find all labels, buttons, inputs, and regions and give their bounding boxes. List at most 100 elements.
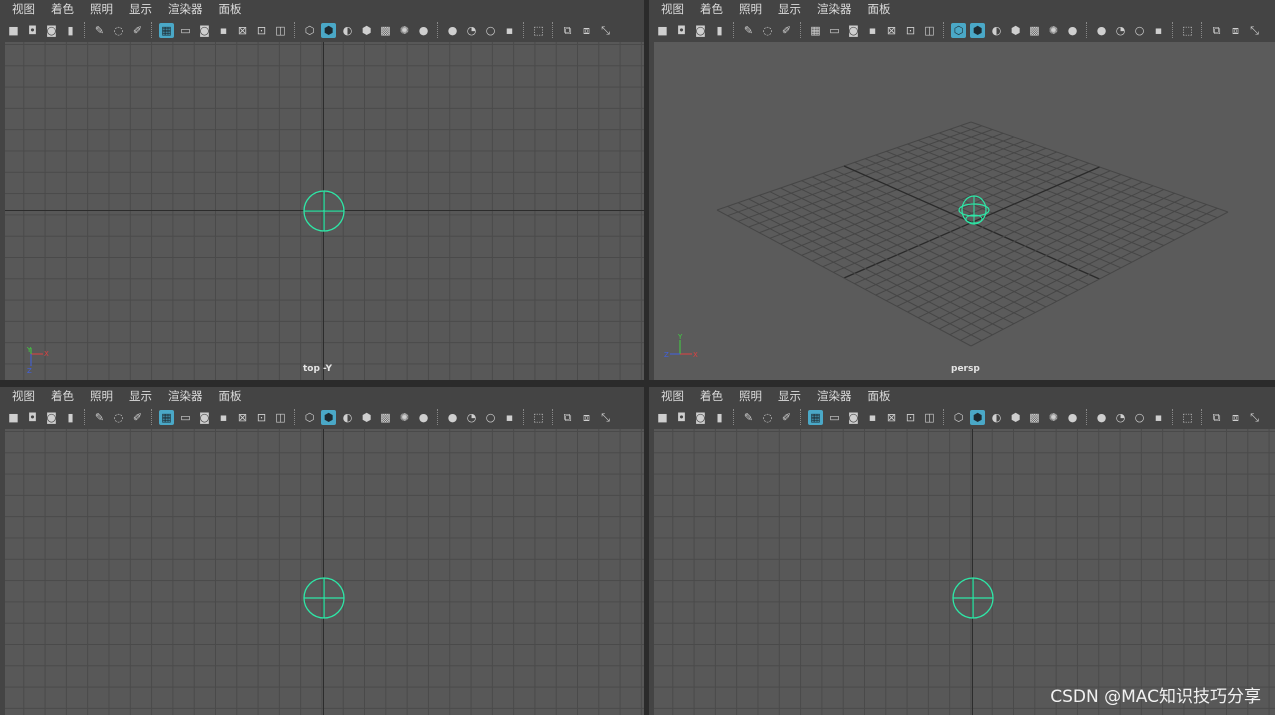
menu-shading[interactable]: 着色 [51, 1, 74, 17]
lasso-icon[interactable]: ◌ [111, 410, 126, 425]
camera-icon[interactable]: ■ [6, 23, 21, 38]
xray-active-icon[interactable]: ⧈ [1228, 410, 1243, 425]
brush-icon[interactable]: ✐ [130, 410, 145, 425]
camera-icon[interactable]: ■ [655, 23, 670, 38]
ambient-occlusion-icon[interactable]: ● [1094, 23, 1109, 38]
menu-panels[interactable]: 面板 [868, 388, 891, 404]
default-material-icon[interactable]: ◐ [340, 410, 355, 425]
smooth-shade-icon[interactable]: ⬢ [321, 409, 336, 425]
camera-lock-icon[interactable]: ◙ [44, 23, 59, 38]
panel-splitter-vertical[interactable] [644, 0, 649, 715]
resolution-gate-icon[interactable]: ◙ [197, 410, 212, 425]
resolution-gate-icon[interactable]: ◙ [846, 410, 861, 425]
field-chart-icon[interactable]: ⊡ [903, 23, 918, 38]
menu-renderer[interactable]: 渲染器 [168, 1, 203, 17]
menu-renderer[interactable]: 渲染器 [817, 388, 852, 404]
pencil-icon[interactable]: ✎ [92, 23, 107, 38]
gate-mask-icon[interactable]: ⊠ [884, 410, 899, 425]
isolate-select-icon[interactable]: ⬚ [531, 410, 546, 425]
xray-active-icon[interactable]: ⧈ [579, 23, 594, 38]
smooth-shade-icon[interactable]: ⬢ [970, 409, 985, 425]
pencil-icon[interactable]: ✎ [741, 23, 756, 38]
bookmark-icon[interactable]: ▮ [63, 410, 78, 425]
object-cross-circle-icon[interactable] [951, 576, 995, 620]
grid-icon[interactable]: ▦ [159, 409, 174, 425]
camera-lock-icon[interactable]: ◙ [693, 23, 708, 38]
smooth-shade-icon[interactable]: ⬢ [970, 22, 985, 38]
menu-panels[interactable]: 面板 [868, 1, 891, 17]
menu-lighting[interactable]: 照明 [739, 1, 762, 17]
depth-of-field-icon[interactable]: ▪ [1151, 23, 1166, 38]
camera-attr-icon[interactable]: ◘ [674, 410, 689, 425]
textured-icon[interactable]: ⬢ [359, 23, 374, 38]
film-gate-icon[interactable]: ▭ [178, 410, 193, 425]
wireframe-icon[interactable]: ⬡ [302, 23, 317, 38]
safe-action-icon[interactable]: ▪ [216, 23, 231, 38]
camera-fit-icon[interactable]: ⤡ [1247, 23, 1262, 38]
safe-action-icon[interactable]: ▪ [865, 410, 880, 425]
menu-view[interactable]: 视图 [661, 1, 684, 17]
menu-lighting[interactable]: 照明 [90, 1, 113, 17]
menu-view[interactable]: 视图 [12, 388, 35, 404]
menu-shading[interactable]: 着色 [51, 388, 74, 404]
pencil-icon[interactable]: ✎ [92, 410, 107, 425]
menu-show[interactable]: 显示 [129, 388, 152, 404]
bookmark-icon[interactable]: ▮ [712, 410, 727, 425]
camera-attr-icon[interactable]: ◘ [674, 23, 689, 38]
wireframe-icon[interactable]: ⬡ [302, 410, 317, 425]
default-material-icon[interactable]: ◐ [340, 23, 355, 38]
camera-icon[interactable]: ■ [6, 410, 21, 425]
brush-icon[interactable]: ✐ [779, 410, 794, 425]
xray-icon[interactable]: ▩ [378, 410, 393, 425]
menu-shading[interactable]: 着色 [700, 1, 723, 17]
lasso-icon[interactable]: ◌ [111, 23, 126, 38]
field-chart-icon[interactable]: ⊡ [903, 410, 918, 425]
ambient-occlusion-icon[interactable]: ● [445, 410, 460, 425]
object-head-icon[interactable] [957, 193, 991, 227]
textured-icon[interactable]: ⬢ [1008, 410, 1023, 425]
brush-icon[interactable]: ✐ [779, 23, 794, 38]
menu-view[interactable]: 视图 [661, 388, 684, 404]
shadow-icon[interactable]: ● [416, 23, 431, 38]
pencil-icon[interactable]: ✎ [741, 410, 756, 425]
object-cross-circle-icon[interactable] [302, 576, 346, 620]
menu-renderer[interactable]: 渲染器 [817, 1, 852, 17]
light-icon[interactable]: ✺ [1046, 23, 1061, 38]
camera-fit-icon[interactable]: ⤡ [598, 410, 613, 425]
camera-lock-icon[interactable]: ◙ [44, 410, 59, 425]
menu-renderer[interactable]: 渲染器 [168, 388, 203, 404]
resolution-gate-icon[interactable]: ◙ [197, 23, 212, 38]
depth-of-field-icon[interactable]: ▪ [1151, 410, 1166, 425]
xray-icon[interactable]: ▩ [1027, 410, 1042, 425]
camera-fit-icon[interactable]: ⤡ [598, 23, 613, 38]
grid-icon[interactable]: ▦ [808, 23, 823, 38]
xray-active-icon[interactable]: ⧈ [1228, 23, 1243, 38]
shadow-icon[interactable]: ● [1065, 23, 1080, 38]
motion-blur-icon[interactable]: ◔ [464, 23, 479, 38]
depth-of-field-icon[interactable]: ▪ [502, 23, 517, 38]
camera-attr-icon[interactable]: ◘ [25, 23, 40, 38]
depth-of-field-icon[interactable]: ▪ [502, 410, 517, 425]
textured-icon[interactable]: ⬢ [359, 410, 374, 425]
menu-show[interactable]: 显示 [778, 1, 801, 17]
viewport-panel-top[interactable]: 视图 着色 照明 显示 渲染器 面板 ■ ◘ ◙ ▮ ✎ ◌ ✐ ▦ ▭ ◙ ▪ ⊠ ⊡ ◫ ⬡ ⬢ ◐ ⬢ ▩ ✺ ●… [0, 0, 644, 380]
viewport-top[interactable]: Y X Z top -Y [5, 42, 644, 380]
light-icon[interactable]: ✺ [1046, 410, 1061, 425]
xray-joints-icon[interactable]: ⧉ [560, 23, 575, 38]
menu-shading[interactable]: 着色 [700, 388, 723, 404]
film-gate-icon[interactable]: ▭ [178, 23, 193, 38]
grid-icon[interactable]: ▦ [808, 409, 823, 425]
default-material-icon[interactable]: ◐ [989, 410, 1004, 425]
menu-view[interactable]: 视图 [12, 1, 35, 17]
xray-icon[interactable]: ▩ [1027, 23, 1042, 38]
smooth-shade-icon[interactable]: ⬢ [321, 22, 336, 38]
object-cross-circle-icon[interactable] [302, 189, 346, 233]
xray-joints-icon[interactable]: ⧉ [560, 410, 575, 425]
safe-title-icon[interactable]: ◫ [273, 23, 288, 38]
gate-mask-icon[interactable]: ⊠ [884, 23, 899, 38]
wireframe-icon[interactable]: ⬡ [951, 410, 966, 425]
shadow-icon[interactable]: ● [416, 410, 431, 425]
viewport-bottom-left[interactable] [5, 429, 644, 715]
xray-joints-icon[interactable]: ⧉ [1209, 23, 1224, 38]
default-material-icon[interactable]: ◐ [989, 23, 1004, 38]
